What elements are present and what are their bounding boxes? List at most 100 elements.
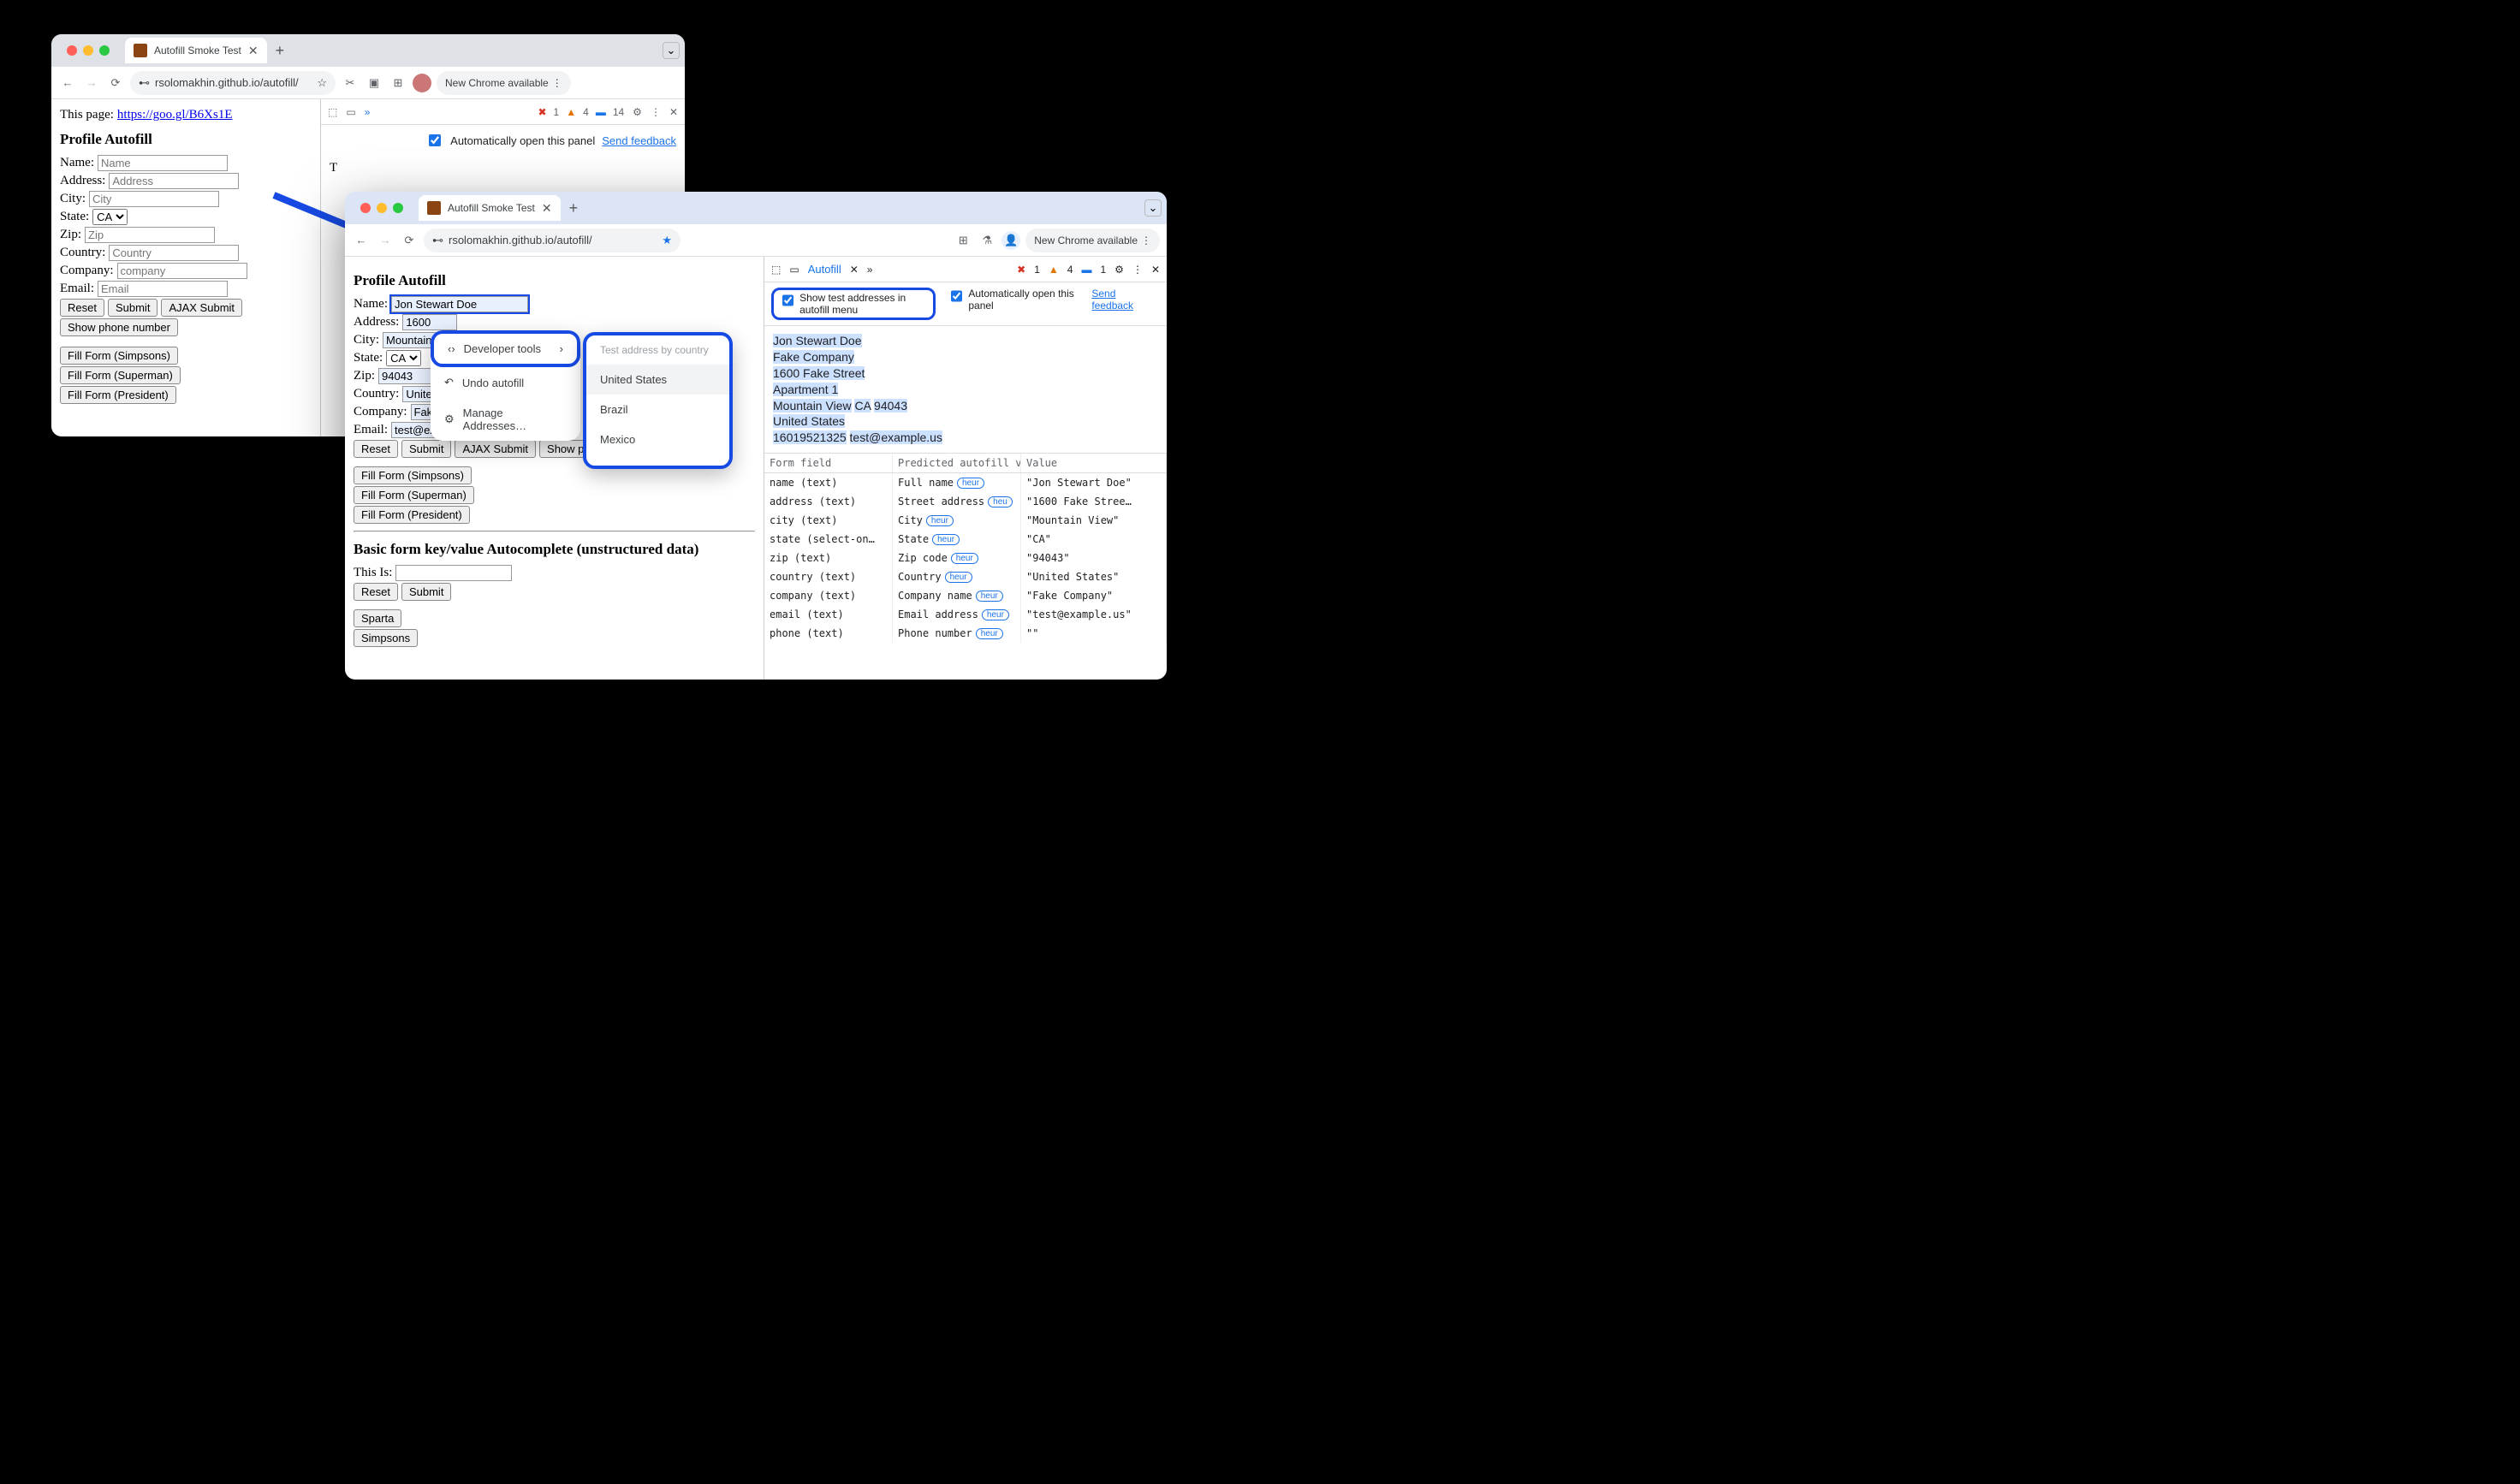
auto-open-checkbox[interactable]	[951, 290, 962, 302]
tab-search-button[interactable]: ⌄	[663, 42, 680, 59]
tab-close-icon[interactable]: ✕	[542, 202, 552, 214]
profile-avatar[interactable]: 👤	[1001, 231, 1020, 250]
table-row[interactable]: email (text)Email addressheur"test@examp…	[764, 605, 1167, 624]
address-input[interactable]	[402, 314, 457, 330]
state-select[interactable]: CA	[386, 350, 421, 366]
submit-button[interactable]: Submit	[401, 440, 451, 458]
extensions-puzzle-icon[interactable]: ⊞	[954, 231, 972, 250]
browser-tab[interactable]: Autofill Smoke Test ✕	[125, 38, 267, 63]
back-button[interactable]: ←	[352, 231, 371, 250]
developer-tools-item[interactable]: ‹› Developer tools ›	[431, 330, 580, 367]
reset-button[interactable]: Reset	[60, 299, 104, 317]
site-settings-icon[interactable]: ⊷	[432, 234, 443, 247]
table-row[interactable]: city (text)Cityheur"Mountain View"	[764, 511, 1167, 530]
fill-simpsons-button[interactable]: Fill Form (Simpsons)	[354, 466, 472, 484]
site-settings-icon[interactable]: ⊷	[139, 76, 150, 90]
inspect-icon[interactable]: ⬚	[771, 264, 781, 276]
address-input[interactable]	[109, 173, 239, 189]
tab-search-button[interactable]: ⌄	[1144, 199, 1162, 217]
auto-open-checkbox[interactable]	[429, 134, 441, 146]
update-chip[interactable]: New Chrome available ⋮	[1025, 229, 1160, 252]
basic-reset-button[interactable]: Reset	[354, 583, 398, 601]
profile-avatar[interactable]	[413, 74, 431, 92]
country-input[interactable]	[109, 245, 239, 261]
address-bar[interactable]: ⊷ rsolomakhin.github.io/autofill/ ☆	[130, 71, 336, 95]
scissors-icon[interactable]: ✂	[341, 74, 360, 92]
name-input[interactable]	[391, 296, 528, 312]
reset-button[interactable]: Reset	[354, 440, 398, 458]
warning-icon[interactable]: ▲	[1049, 264, 1059, 276]
error-icon[interactable]: ✖	[1017, 264, 1025, 276]
info-icon[interactable]: ▬	[596, 106, 606, 118]
fill-superman-button[interactable]: Fill Form (Superman)	[354, 486, 474, 504]
thisis-input[interactable]	[395, 565, 512, 581]
submit-button[interactable]: Submit	[108, 299, 158, 317]
more-tabs-icon[interactable]: »	[867, 264, 873, 276]
info-icon[interactable]: ▬	[1081, 264, 1091, 276]
state-select[interactable]: CA	[92, 209, 128, 225]
tab-close-icon[interactable]: ✕	[248, 45, 259, 56]
error-icon[interactable]: ✖	[538, 106, 546, 118]
update-chip[interactable]: New Chrome available ⋮	[437, 71, 571, 95]
table-row[interactable]: name (text)Full nameheur"Jon Stewart Doe…	[764, 473, 1167, 492]
bookmark-star-icon[interactable]: ☆	[317, 76, 327, 90]
kebab-icon[interactable]: ⋮	[1132, 264, 1143, 276]
fill-president-button[interactable]: Fill Form (President)	[60, 386, 176, 404]
more-tabs-icon[interactable]: »	[365, 106, 371, 118]
new-tab-button[interactable]: +	[276, 42, 285, 60]
inspect-icon[interactable]: ⬚	[328, 106, 337, 118]
send-feedback-link[interactable]: Send feedback	[602, 134, 676, 147]
fill-president-button[interactable]: Fill Form (President)	[354, 506, 470, 524]
minimize-window-icon[interactable]	[377, 203, 387, 213]
bookmark-star-icon[interactable]: ★	[662, 234, 672, 247]
name-input[interactable]	[98, 155, 228, 171]
browser-tab[interactable]: Autofill Smoke Test ✕	[419, 195, 561, 221]
devtools-tab-autofill[interactable]: Autofill	[808, 263, 841, 276]
gear-icon[interactable]: ⚙	[633, 106, 642, 118]
reload-button[interactable]: ⟳	[400, 231, 419, 250]
table-row[interactable]: company (text)Company nameheur"Fake Comp…	[764, 586, 1167, 605]
ajax-submit-button[interactable]: AJAX Submit	[161, 299, 242, 317]
address-bar[interactable]: ⊷ rsolomakhin.github.io/autofill/ ★	[424, 229, 681, 252]
page-link[interactable]: https://goo.gl/B6Xs1E	[117, 108, 233, 122]
country-us-item[interactable]: United States	[586, 365, 729, 395]
device-toggle-icon[interactable]: ▭	[789, 264, 799, 276]
simpsons-button[interactable]: Simpsons	[354, 629, 418, 647]
new-tab-button[interactable]: +	[569, 199, 579, 217]
table-row[interactable]: state (select-on…Stateheur"CA"	[764, 530, 1167, 549]
country-mexico-item[interactable]: Mexico	[586, 424, 729, 454]
basic-submit-button[interactable]: Submit	[401, 583, 451, 601]
maximize-window-icon[interactable]	[393, 203, 403, 213]
sparta-button[interactable]: Sparta	[354, 609, 401, 627]
company-input[interactable]	[117, 263, 247, 279]
table-row[interactable]: phone (text)Phone numberheur""	[764, 624, 1167, 643]
tab-close-icon[interactable]: ✕	[850, 264, 859, 276]
city-input[interactable]	[89, 191, 219, 207]
close-window-icon[interactable]	[360, 203, 371, 213]
device-toggle-icon[interactable]: ▭	[346, 106, 355, 118]
fill-superman-button[interactable]: Fill Form (Superman)	[60, 366, 181, 384]
labs-flask-icon[interactable]: ⚗	[978, 231, 996, 250]
warning-icon[interactable]: ▲	[566, 106, 576, 118]
show-phone-button[interactable]: Show phone number	[60, 318, 178, 336]
kebab-icon[interactable]: ⋮	[651, 106, 661, 118]
extension-icon[interactable]: ▣	[365, 74, 383, 92]
extensions-puzzle-icon[interactable]: ⊞	[389, 74, 407, 92]
table-row[interactable]: zip (text)Zip codeheur"94043"	[764, 549, 1167, 567]
maximize-window-icon[interactable]	[99, 45, 110, 56]
email-input[interactable]	[98, 281, 228, 297]
back-button[interactable]: ←	[58, 74, 77, 92]
minimize-window-icon[interactable]	[83, 45, 93, 56]
ajax-submit-button[interactable]: AJAX Submit	[455, 440, 536, 458]
close-devtools-icon[interactable]: ✕	[1151, 264, 1160, 276]
table-row[interactable]: country (text)Countryheur"United States"	[764, 567, 1167, 586]
country-brazil-item[interactable]: Brazil	[586, 395, 729, 424]
show-test-addresses-checkbox[interactable]	[782, 294, 793, 306]
zip-input[interactable]	[85, 227, 215, 243]
reload-button[interactable]: ⟳	[106, 74, 125, 92]
undo-autofill-item[interactable]: ↶ Undo autofill	[431, 367, 580, 398]
table-row[interactable]: address (text)Street addressheu"1600 Fak…	[764, 492, 1167, 511]
close-devtools-icon[interactable]: ✕	[669, 106, 678, 118]
send-feedback-link[interactable]: Send feedback	[1091, 288, 1160, 312]
fill-simpsons-button[interactable]: Fill Form (Simpsons)	[60, 347, 178, 365]
